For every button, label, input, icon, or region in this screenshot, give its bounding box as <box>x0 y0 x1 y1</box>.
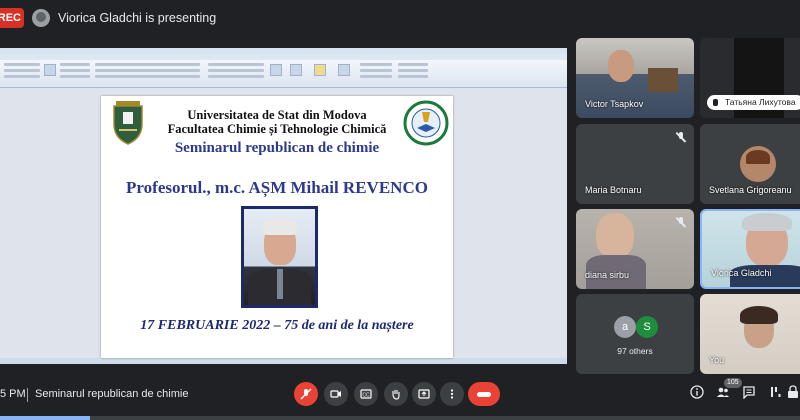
presenting-indicator: Viorica Gladchi is presenting <box>32 7 216 29</box>
participant-tile[interactable]: diana sirbu <box>576 209 694 289</box>
ribbon-group <box>60 63 90 83</box>
others-tile[interactable]: a S 97 others <box>576 294 694 374</box>
raise-hand-button[interactable] <box>384 382 408 406</box>
camera-icon <box>330 390 341 398</box>
mic-off-icon <box>676 217 686 227</box>
participant-name: You <box>709 355 725 365</box>
more-icon <box>450 389 454 399</box>
ribbon-paragraph-group <box>208 63 264 83</box>
lock-icon <box>788 385 798 398</box>
presenter-avatar <box>32 9 50 27</box>
ribbon-editing-group <box>398 63 428 83</box>
mic-toggle-button[interactable] <box>294 382 318 406</box>
participant-tile[interactable]: Maria Botnaru <box>576 124 694 204</box>
recording-badge: REC <box>0 8 24 28</box>
style-icon <box>270 64 282 76</box>
seminar-title: Seminarul republican de chimie <box>174 140 380 156</box>
clock: 5 PM <box>0 388 26 400</box>
participant-name: Татьяна Лихутова <box>707 95 800 110</box>
paste-icon <box>44 64 56 76</box>
professor-portrait <box>241 206 318 308</box>
participant-tile[interactable]: Татьяна Лихутова <box>700 38 800 118</box>
captions-icon: CC <box>360 389 372 399</box>
style-icon <box>290 64 302 76</box>
participant-tile[interactable]: Svetlana Grigoreanu <box>700 124 800 204</box>
style-icon <box>338 64 350 76</box>
ribbon-group <box>4 63 40 83</box>
participant-hair <box>740 306 778 324</box>
mic-off-icon <box>300 388 312 400</box>
chat-button[interactable] <box>740 385 758 403</box>
participant-background <box>648 68 678 92</box>
mic-off-icon <box>676 132 686 142</box>
svg-text:CC: CC <box>362 393 370 399</box>
top-bar: REC Viorica Gladchi is presenting <box>0 0 800 36</box>
document-page: Universitatea de Stat din Modova Faculta… <box>101 96 453 358</box>
activities-button[interactable] <box>766 385 784 403</box>
faculty-name: Facultatea Chimie și Tehnologie Chimică <box>167 122 387 136</box>
meeting-name: Seminarul republican de chimie <box>35 388 189 400</box>
word-status-bar <box>0 358 567 364</box>
captions-button[interactable]: CC <box>354 382 378 406</box>
participant-name: diana sirbu <box>585 270 630 280</box>
participant-name: Victor Tsapkov <box>585 99 644 109</box>
professor-title: Profesorul., m.c. AȘM Mihail REVENCO <box>126 178 428 197</box>
camera-toggle-button[interactable] <box>324 382 348 406</box>
participant-tile[interactable]: Victor Tsapkov <box>576 38 694 118</box>
raise-hand-icon <box>392 390 400 400</box>
more-options-button[interactable] <box>440 382 464 406</box>
participant-face <box>608 50 634 82</box>
present-button[interactable] <box>412 382 436 406</box>
participant-name: Maria Botnaru <box>585 185 642 195</box>
participant-face <box>596 213 634 259</box>
chat-icon <box>743 386 755 400</box>
others-count: 97 others <box>617 346 653 356</box>
others-avatar: S <box>636 316 658 338</box>
meeting-details-button[interactable] <box>688 385 706 403</box>
bottom-bar: 5 PM Seminarul republican de chimie CC 1… <box>0 376 800 420</box>
participant-hair <box>742 213 792 231</box>
present-icon <box>418 389 430 399</box>
scrollbar[interactable] <box>0 416 800 420</box>
others-avatar: a <box>614 316 636 338</box>
leave-call-button[interactable] <box>468 382 500 406</box>
scrollbar-thumb[interactable] <box>0 416 90 420</box>
participant-tile-active[interactable]: Viorica Gladchi <box>700 209 800 289</box>
ribbon-group <box>360 63 392 83</box>
university-name: Universitatea de Stat din Modova <box>187 108 367 122</box>
presenting-text: Viorica Gladchi is presenting <box>58 11 217 25</box>
participant-hair <box>746 150 770 164</box>
shared-screen: Universitatea de Stat din Modova Faculta… <box>0 48 567 364</box>
ribbon-font-group <box>95 63 200 83</box>
word-ribbon <box>0 60 567 88</box>
self-tile[interactable]: You <box>700 294 800 374</box>
divider <box>27 388 28 402</box>
host-controls-button[interactable] <box>786 385 800 403</box>
anniversary-line: 17 FEBRUARIE 2022 – 75 de ani de la nașt… <box>140 318 414 333</box>
info-icon <box>690 385 704 399</box>
style-icon <box>314 64 326 76</box>
participant-name: Viorica Gladchi <box>711 268 772 278</box>
activities-icon <box>771 387 781 397</box>
participant-name: Svetlana Grigoreanu <box>709 185 792 195</box>
